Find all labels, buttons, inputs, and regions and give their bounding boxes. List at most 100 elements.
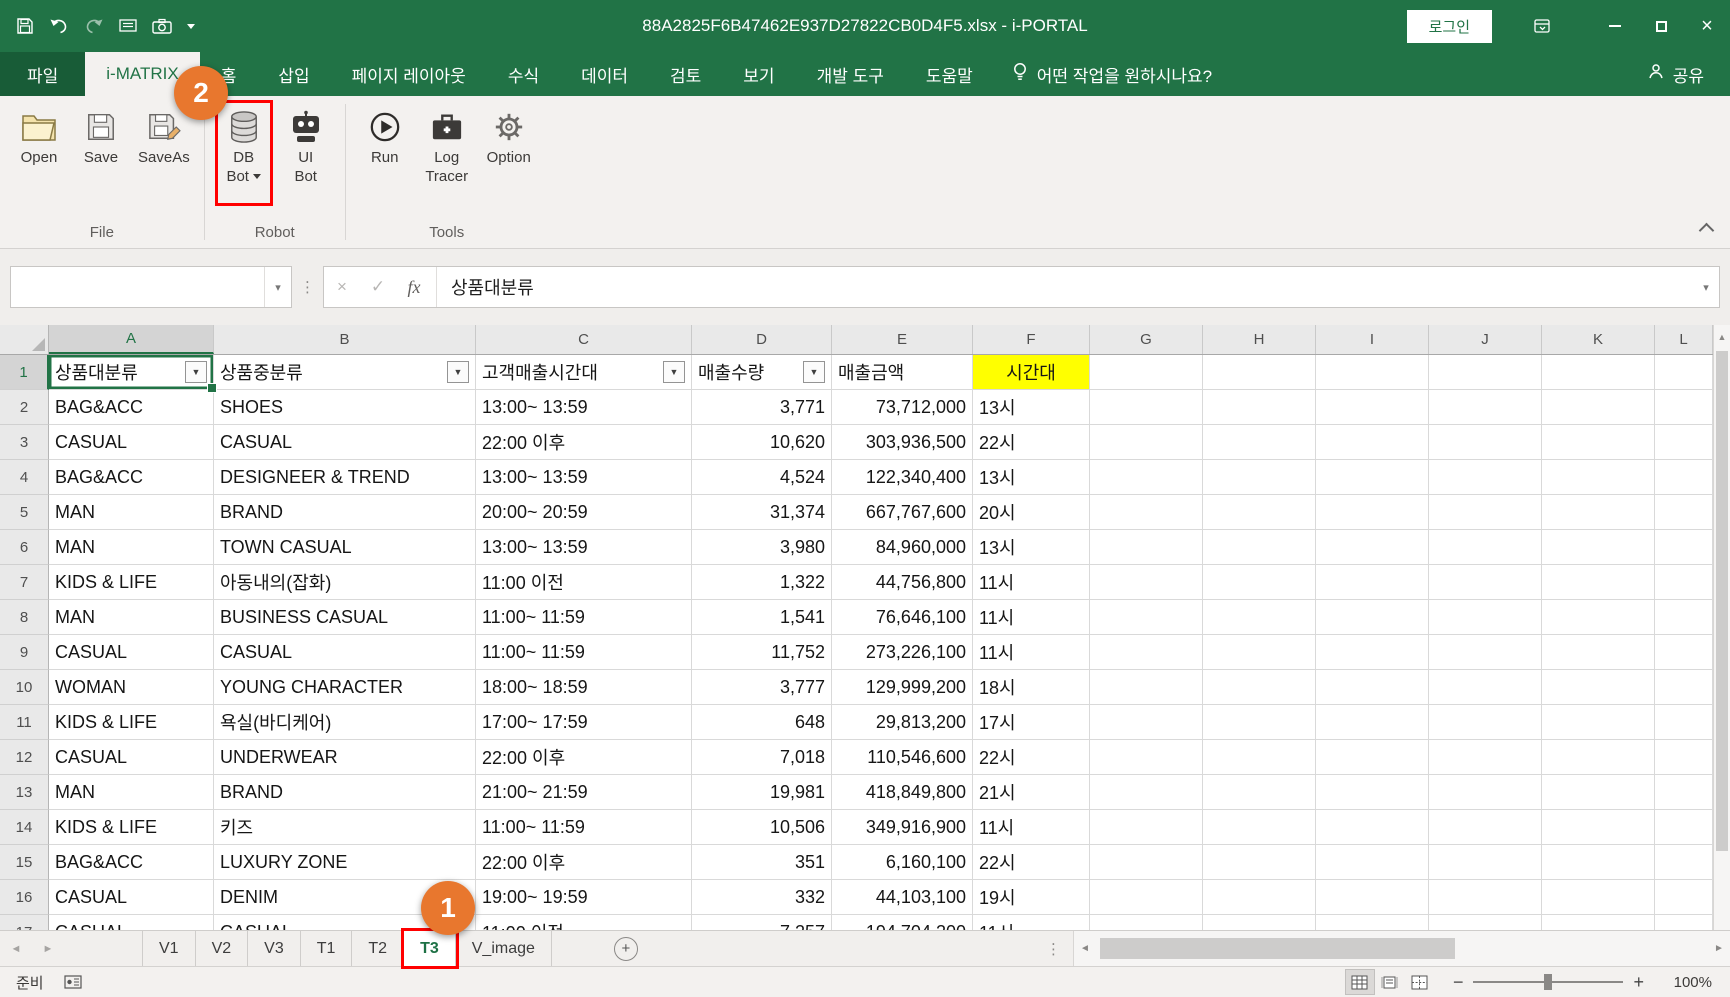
cell-F13[interactable]: 21시 [973, 775, 1090, 810]
cell-E6[interactable]: 84,960,000 [832, 530, 973, 565]
cell-A2[interactable]: BAG&ACC [49, 390, 214, 425]
cell-B6[interactable]: TOWN CASUAL [214, 530, 476, 565]
run-button[interactable]: Run [356, 100, 414, 171]
cell-J15[interactable] [1429, 845, 1542, 880]
cell-L10[interactable] [1655, 670, 1713, 705]
cell-E7[interactable]: 44,756,800 [832, 565, 973, 600]
cell-F16[interactable]: 19시 [973, 880, 1090, 915]
cell-D7[interactable]: 1,322 [692, 565, 832, 600]
row-header-9[interactable]: 9 [0, 635, 49, 670]
row-header-15[interactable]: 15 [0, 845, 49, 880]
cell-L11[interactable] [1655, 705, 1713, 740]
cell-H2[interactable] [1203, 390, 1316, 425]
cell-L13[interactable] [1655, 775, 1713, 810]
cell-C8[interactable]: 11:00~ 11:59 [476, 600, 692, 635]
cell-A3[interactable]: CASUAL [49, 425, 214, 460]
cell-K15[interactable] [1542, 845, 1655, 880]
vertical-scrollbar[interactable]: ▲ [1713, 325, 1730, 930]
cell-A11[interactable]: KIDS & LIFE [49, 705, 214, 740]
cell-F12[interactable]: 22시 [973, 740, 1090, 775]
ribbon-tab-도움말[interactable]: 도움말 [905, 52, 994, 96]
cell-H13[interactable] [1203, 775, 1316, 810]
cell-C13[interactable]: 21:00~ 21:59 [476, 775, 692, 810]
cell-K5[interactable] [1542, 495, 1655, 530]
cell-I15[interactable] [1316, 845, 1429, 880]
cell-E3[interactable]: 303,936,500 [832, 425, 973, 460]
row-header-5[interactable]: 5 [0, 495, 49, 530]
cell-L5[interactable] [1655, 495, 1713, 530]
macro-record-icon[interactable] [64, 975, 82, 989]
cell-J8[interactable] [1429, 600, 1542, 635]
cell-E5[interactable]: 667,767,600 [832, 495, 973, 530]
undo-icon[interactable] [49, 18, 69, 34]
horizontal-scrollbar[interactable]: ◄ ► [1073, 931, 1730, 966]
cell-B3[interactable]: CASUAL [214, 425, 476, 460]
column-header-L[interactable]: L [1655, 325, 1713, 354]
name-box[interactable]: ▾ [10, 266, 292, 308]
cell-F3[interactable]: 22시 [973, 425, 1090, 460]
cell-H4[interactable] [1203, 460, 1316, 495]
cell-I1[interactable] [1316, 355, 1429, 390]
row-header-14[interactable]: 14 [0, 810, 49, 845]
cell-F4[interactable]: 13시 [973, 460, 1090, 495]
cell-C9[interactable]: 11:00~ 11:59 [476, 635, 692, 670]
horizontal-scrollbar-thumb[interactable] [1100, 938, 1455, 959]
minimize-button[interactable] [1592, 0, 1638, 52]
cell-I16[interactable] [1316, 880, 1429, 915]
cell-F5[interactable]: 20시 [973, 495, 1090, 530]
cell-E2[interactable]: 73,712,000 [832, 390, 973, 425]
db-bot-button[interactable]: DB Bot [215, 100, 273, 206]
sheet-nav-left-icon[interactable]: ◄ [0, 931, 32, 966]
cell-J4[interactable] [1429, 460, 1542, 495]
scroll-up-icon[interactable]: ▲ [1714, 325, 1730, 349]
cell-A4[interactable]: BAG&ACC [49, 460, 214, 495]
cell-A10[interactable]: WOMAN [49, 670, 214, 705]
row-header-10[interactable]: 10 [0, 670, 49, 705]
cell-L16[interactable] [1655, 880, 1713, 915]
cell-F14[interactable]: 11시 [973, 810, 1090, 845]
cell-G4[interactable] [1090, 460, 1203, 495]
zoom-out-button[interactable]: − [1435, 972, 1474, 993]
open-button[interactable]: Open [10, 100, 68, 171]
cell-F11[interactable]: 17시 [973, 705, 1090, 740]
cell-C11[interactable]: 17:00~ 17:59 [476, 705, 692, 740]
redo-icon[interactable] [84, 18, 104, 34]
cell-E14[interactable]: 349,916,900 [832, 810, 973, 845]
cell-G5[interactable] [1090, 495, 1203, 530]
vertical-scrollbar-thumb[interactable] [1716, 351, 1728, 851]
column-header-I[interactable]: I [1316, 325, 1429, 354]
cell-D1[interactable]: 매출수량▼ [692, 355, 832, 390]
cell-K16[interactable] [1542, 880, 1655, 915]
cell-G2[interactable] [1090, 390, 1203, 425]
cell-D5[interactable]: 31,374 [692, 495, 832, 530]
cell-E8[interactable]: 76,646,100 [832, 600, 973, 635]
cell-A15[interactable]: BAG&ACC [49, 845, 214, 880]
cell-C10[interactable]: 18:00~ 18:59 [476, 670, 692, 705]
cell-D9[interactable]: 11,752 [692, 635, 832, 670]
cell-A12[interactable]: CASUAL [49, 740, 214, 775]
column-header-H[interactable]: H [1203, 325, 1316, 354]
cell-I10[interactable] [1316, 670, 1429, 705]
touch-mode-icon[interactable] [119, 18, 137, 34]
ribbon-tab-데이터[interactable]: 데이터 [560, 52, 649, 96]
row-header-6[interactable]: 6 [0, 530, 49, 565]
cell-K14[interactable] [1542, 810, 1655, 845]
cell-A5[interactable]: MAN [49, 495, 214, 530]
cell-D14[interactable]: 10,506 [692, 810, 832, 845]
cell-K11[interactable] [1542, 705, 1655, 740]
cell-A16[interactable]: CASUAL [49, 880, 214, 915]
cell-H8[interactable] [1203, 600, 1316, 635]
filter-icon[interactable]: ▼ [663, 361, 685, 383]
cell-J5[interactable] [1429, 495, 1542, 530]
row-header-1[interactable]: 1 [0, 355, 49, 390]
cell-J3[interactable] [1429, 425, 1542, 460]
log-tracer-button[interactable]: Log Tracer [418, 100, 476, 190]
row-header-8[interactable]: 8 [0, 600, 49, 635]
cell-D2[interactable]: 3,771 [692, 390, 832, 425]
filter-icon[interactable]: ▼ [185, 361, 207, 383]
column-header-A[interactable]: A [49, 325, 214, 354]
cell-D4[interactable]: 4,524 [692, 460, 832, 495]
cell-G11[interactable] [1090, 705, 1203, 740]
tell-me[interactable]: 어떤 작업을 원하시나요? [1012, 52, 1212, 96]
hscroll-left-icon[interactable]: ◄ [1074, 931, 1096, 966]
